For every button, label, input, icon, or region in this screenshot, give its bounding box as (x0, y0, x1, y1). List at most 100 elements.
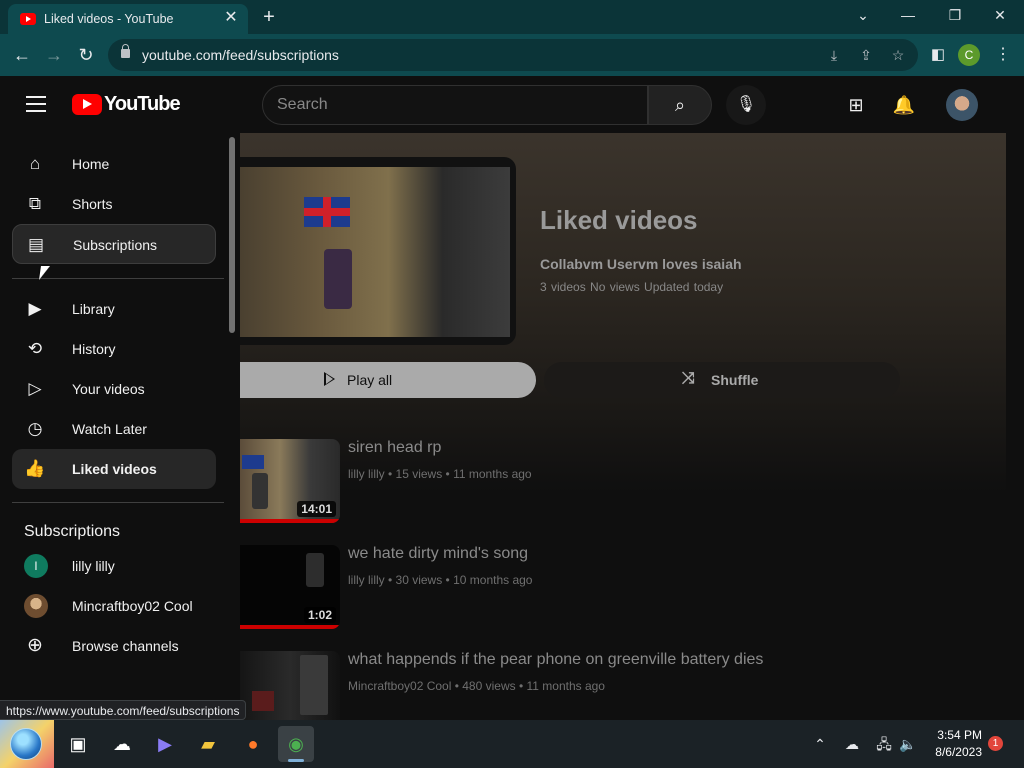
minimize-button[interactable]: — (888, 4, 928, 26)
sidebar-item-label: Home (72, 156, 110, 172)
sidebar-item-label: Shorts (72, 196, 113, 212)
uk-flag-image (242, 455, 264, 469)
video-meta: lilly lilly • 30 views • 10 months ago (348, 573, 533, 587)
video-chat-icon[interactable]: ▶ (147, 726, 183, 762)
sidebar-item-label: Browse channels (72, 638, 179, 654)
hamburger-menu-icon[interactable] (26, 96, 46, 112)
shorts-icon: ⧉ (28, 194, 42, 213)
play-all-button[interactable]: Play all (240, 362, 536, 398)
sidebar-item-liked-videos[interactable]: 👍 Liked videos (12, 449, 216, 489)
forward-button[interactable]: → (42, 43, 66, 67)
video-thumbnail[interactable] (240, 651, 340, 720)
history-icon: ⟲ (27, 339, 43, 358)
home-icon: ⌂ (29, 154, 41, 173)
chrome-icon[interactable]: ◉ (278, 726, 314, 762)
video-duration: 1:02 (303, 607, 336, 623)
search-box[interactable] (262, 85, 648, 125)
character-image (306, 553, 324, 587)
tab-search-chevron-icon[interactable]: ⌄ (843, 4, 883, 26)
sidebar-browse-channels[interactable]: ⊕ Browse channels (12, 626, 216, 666)
install-app-icon[interactable]: ⤓ (824, 45, 844, 65)
reload-button[interactable]: ↻ (74, 43, 98, 67)
youtube-logo-icon[interactable] (72, 94, 102, 115)
shuffle-button[interactable]: ⤨ Shuffle (544, 362, 900, 398)
play-icon (324, 372, 335, 386)
tab-title: Liked videos - YouTube (44, 12, 174, 26)
sidebar-item-subscriptions[interactable]: ▤ Subscriptions (12, 224, 216, 264)
playlist-video-item[interactable]: 14:01 siren head rp lilly lilly • 15 vie… (240, 439, 960, 529)
sidebar-item-home[interactable]: ⌂ Home (12, 144, 216, 184)
playlist-title: Liked videos (540, 205, 698, 235)
search-icon: ⌕ (674, 95, 686, 115)
notification-badge[interactable]: 1 (988, 736, 1003, 751)
task-view-icon[interactable]: ▣ (60, 726, 96, 762)
playlist-video-item[interactable]: what happends if the pear phone on green… (240, 651, 960, 720)
video-title[interactable]: what happends if the pear phone on green… (348, 651, 763, 669)
address-url[interactable]: youtube.com/feed/subscriptions (142, 47, 339, 63)
weather-cloud-icon[interactable]: ☁ (104, 726, 140, 762)
share-icon[interactable]: ⇪ (856, 45, 876, 65)
playlist-thumbnail[interactable] (240, 157, 516, 345)
shuffle-icon: ⤨ (682, 370, 695, 387)
clock-date[interactable]: 8/6/2023 (930, 745, 982, 759)
address-bar[interactable]: youtube.com/feed/subscriptions ⤓ ⇪ ☆ (108, 39, 918, 71)
start-button[interactable] (0, 720, 54, 768)
sidebar-item-history[interactable]: ⟲ History (12, 329, 216, 369)
close-tab-icon[interactable]: ✕ (222, 9, 240, 27)
show-hidden-icons-chevron-icon[interactable]: ⌃ (810, 734, 830, 754)
side-panel-icon[interactable]: ◧ (926, 43, 950, 67)
volume-icon[interactable]: 🔈 (898, 734, 918, 754)
playlist-owner[interactable]: Collabvm Uservm loves isaiah (540, 256, 742, 272)
sidebar-divider (12, 502, 224, 503)
firefox-icon[interactable]: ● (235, 726, 271, 762)
user-avatar[interactable] (946, 89, 978, 121)
watched-progress-bar (240, 625, 340, 629)
profile-avatar[interactable]: C (958, 44, 980, 66)
video-title[interactable]: we hate dirty mind's song (348, 545, 528, 563)
close-window-button[interactable]: ✕ (980, 4, 1020, 26)
sidebar-item-label: Liked videos (72, 461, 157, 477)
browser-menu-icon[interactable]: ⋮ (994, 43, 1012, 67)
notifications-bell-icon[interactable]: 🔔 (892, 93, 916, 117)
watch-later-icon: ◷ (27, 419, 43, 438)
windows-taskbar: ▣ ☁ ▶ ▰ ● ◉ ⌃ ☁ 🖧 🔈 3:54 PM 8/6/2023 1 (0, 720, 1024, 768)
sidebar-channel-mincraftboy[interactable]: Mincraftboy02 Cool (12, 586, 216, 626)
search-button[interactable]: ⌕ (648, 85, 712, 125)
file-explorer-icon[interactable]: ▰ (190, 726, 226, 762)
video-title[interactable]: siren head rp (348, 439, 441, 457)
lock-icon[interactable] (121, 44, 130, 58)
play-all-label: Play all (347, 372, 393, 388)
video-thumbnail[interactable]: 14:01 (240, 439, 340, 523)
thumbnail-image (240, 167, 510, 337)
video-thumbnail[interactable]: 1:02 (240, 545, 340, 629)
restore-button[interactable]: ❐ (935, 4, 975, 26)
voice-search-button[interactable]: 🎙 (726, 85, 766, 125)
sidebar-item-label: Watch Later (72, 421, 147, 437)
network-icon[interactable]: 🖧 (874, 734, 894, 754)
sidebar-scrollbar[interactable] (229, 137, 235, 333)
link-status-bubble: https://www.youtube.com/feed/subscriptio… (0, 700, 247, 720)
sidebar-item-your-videos[interactable]: ▷ Your videos (12, 369, 216, 409)
sidebar-item-library[interactable]: ▶ Library (12, 289, 216, 329)
sidebar-item-watch-later[interactable]: ◷ Watch Later (12, 409, 216, 449)
create-video-icon[interactable]: ⊞ (844, 93, 868, 117)
video-meta: Mincraftboy02 Cool • 480 views • 11 mont… (348, 679, 605, 693)
playlist-video-item[interactable]: 1:02 we hate dirty mind's song lilly lil… (240, 545, 960, 635)
new-tab-button[interactable]: + (258, 6, 280, 28)
onedrive-icon[interactable]: ☁ (842, 734, 862, 754)
browser-toolbar: ← → ↻ youtube.com/feed/subscriptions ⤓ ⇪… (0, 34, 1024, 76)
youtube-wordmark[interactable]: YouTube (104, 93, 181, 116)
bookmark-star-icon[interactable]: ☆ (888, 45, 908, 65)
back-button[interactable]: ← (10, 43, 34, 67)
microphone-icon: 🎙 (735, 96, 757, 113)
search-input[interactable] (277, 95, 627, 115)
sidebar-channel-lilly[interactable]: l lilly lilly (12, 546, 216, 586)
browser-tab[interactable]: Liked videos - YouTube ✕ (8, 4, 248, 34)
avatar (24, 594, 48, 618)
phone-image (300, 655, 328, 715)
browser-tab-strip: Liked videos - YouTube ✕ + ⌄ — ❐ ✕ (0, 0, 1024, 34)
avatar: l (24, 554, 48, 578)
clock-time[interactable]: 3:54 PM (930, 728, 982, 742)
sidebar-item-shorts[interactable]: ⧉ Shorts (12, 184, 216, 224)
sidebar-item-label: Library (72, 301, 115, 317)
